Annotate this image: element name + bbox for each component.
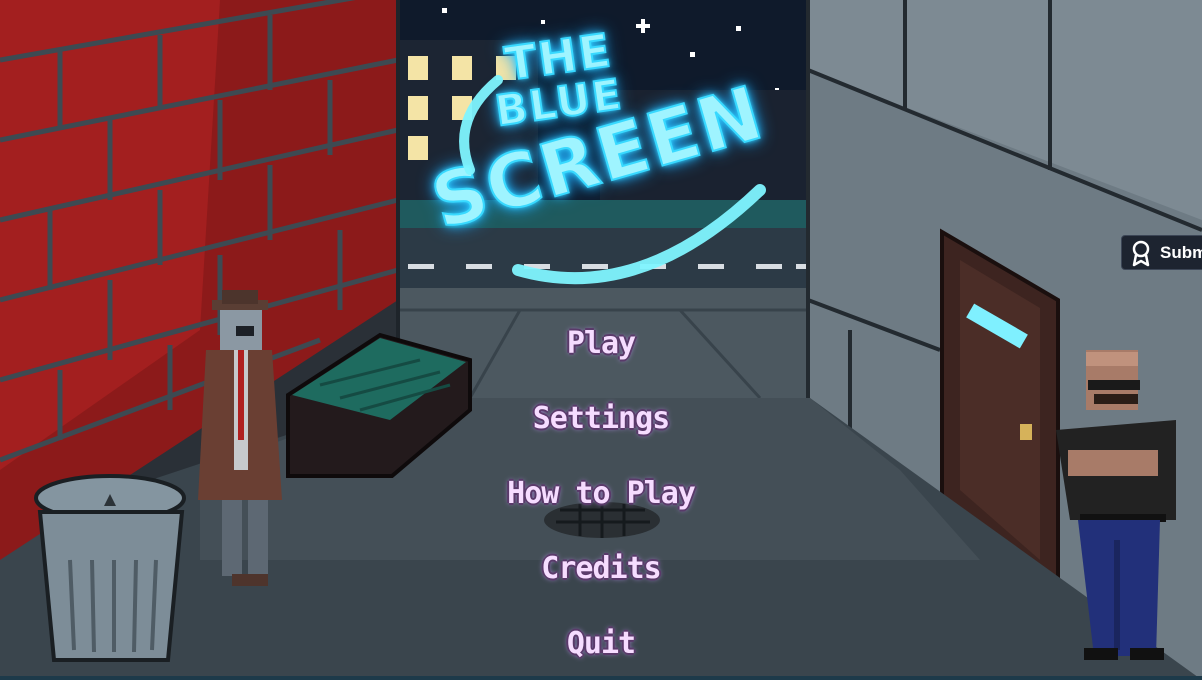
menu-settings-button[interactable]: Settings [500, 401, 702, 436]
game-logo: THE BLUE SCREEN [400, 0, 820, 300]
award-ribbon-icon [1128, 239, 1154, 267]
bottom-border [0, 676, 1202, 680]
menu-how-to-play-button[interactable]: How to Play [500, 476, 702, 511]
logo-neon-swoosh [459, 75, 766, 285]
menu-quit-button[interactable]: Quit [500, 626, 702, 661]
menu-play-button[interactable]: Play [500, 326, 702, 361]
submit-button[interactable]: Subm [1121, 235, 1202, 270]
game-scene: THE BLUE SCREEN Play Settings How to Pla… [0, 0, 1202, 680]
submit-label: Subm [1160, 242, 1202, 262]
menu-credits-button[interactable]: Credits [500, 551, 702, 586]
